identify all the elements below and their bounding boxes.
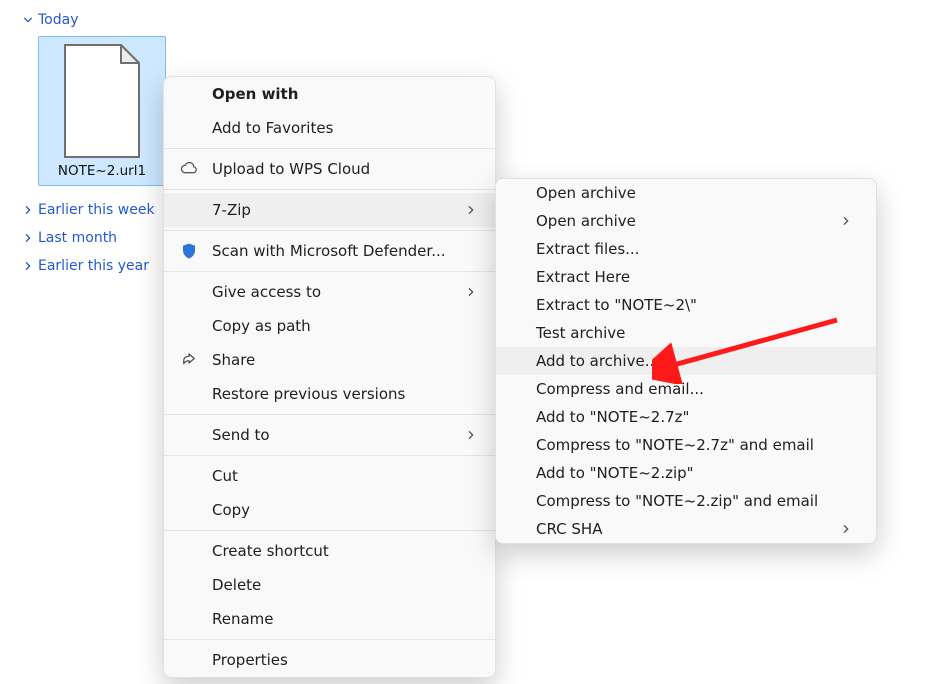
submenu-extract-here[interactable]: Extract Here [496,263,876,291]
shield-icon [178,240,200,262]
submenu-7zip: Open archive Open archive Extract files.… [495,178,877,544]
menu-upload-wps[interactable]: Upload to WPS Cloud [164,152,495,186]
menu-restore-versions[interactable]: Restore previous versions [164,377,495,411]
chevron-right-icon [838,521,854,537]
submenu-crc-sha[interactable]: CRC SHA [496,515,876,543]
menu-separator [164,530,495,531]
submenu-extract-to-folder[interactable]: Extract to "NOTE~2\" [496,291,876,319]
chevron-right-icon [463,202,479,218]
menu-7zip[interactable]: 7-Zip [164,193,495,227]
menu-copy[interactable]: Copy [164,493,495,527]
blank-icon [178,117,200,139]
submenu-add-to-zip[interactable]: Add to "NOTE~2.zip" [496,459,876,487]
menu-send-to[interactable]: Send to [164,418,495,452]
menu-rename[interactable]: Rename [164,602,495,636]
blank-icon [178,83,200,105]
group-label: Earlier this week [38,202,155,218]
group-label: Last month [38,230,117,246]
menu-separator [164,148,495,149]
submenu-compress-7z-email[interactable]: Compress to "NOTE~2.7z" and email [496,431,876,459]
share-icon [178,349,200,371]
chevron-right-icon [22,232,34,244]
blank-icon [178,608,200,630]
chevron-right-icon [838,213,854,229]
file-icon [55,41,149,161]
group-label: Earlier this year [38,258,149,274]
file-item[interactable]: NOTE~2.url1 [38,36,166,186]
menu-delete[interactable]: Delete [164,568,495,602]
blank-icon [178,465,200,487]
submenu-compress-email[interactable]: Compress and email... [496,375,876,403]
group-label: Today [38,12,79,28]
chevron-right-icon [22,204,34,216]
menu-separator [164,639,495,640]
blank-icon [178,649,200,671]
blank-icon [178,383,200,405]
menu-add-to-favorites[interactable]: Add to Favorites [164,111,495,145]
blank-icon [178,199,200,221]
file-name: NOTE~2.url1 [58,163,146,179]
menu-open-with[interactable]: Open with [164,77,495,111]
menu-separator [164,271,495,272]
blank-icon [178,315,200,337]
chevron-right-icon [463,427,479,443]
menu-share[interactable]: Share [164,343,495,377]
submenu-extract-files[interactable]: Extract files... [496,235,876,263]
submenu-add-to-7z[interactable]: Add to "NOTE~2.7z" [496,403,876,431]
blank-icon [178,499,200,521]
menu-separator [164,414,495,415]
menu-separator [164,189,495,190]
chevron-right-icon [22,260,34,272]
chevron-right-icon [463,284,479,300]
menu-create-shortcut[interactable]: Create shortcut [164,534,495,568]
menu-separator [164,230,495,231]
cloud-icon [178,158,200,180]
submenu-open-archive[interactable]: Open archive [496,179,876,207]
blank-icon [178,424,200,446]
menu-give-access-to[interactable]: Give access to [164,275,495,309]
submenu-test-archive[interactable]: Test archive [496,319,876,347]
context-menu: Open with Add to Favorites Upload to WPS… [163,76,496,678]
menu-properties[interactable]: Properties [164,643,495,677]
menu-copy-as-path[interactable]: Copy as path [164,309,495,343]
menu-cut[interactable]: Cut [164,459,495,493]
chevron-down-icon [22,14,34,26]
submenu-add-to-archive[interactable]: Add to archive... [496,347,876,375]
menu-separator [164,455,495,456]
blank-icon [178,281,200,303]
blank-icon [178,540,200,562]
submenu-compress-zip-email[interactable]: Compress to "NOTE~2.zip" and email [496,487,876,515]
group-today[interactable]: Today [0,6,934,34]
menu-scan-defender[interactable]: Scan with Microsoft Defender... [164,234,495,268]
blank-icon [178,574,200,596]
submenu-open-archive-more[interactable]: Open archive [496,207,876,235]
